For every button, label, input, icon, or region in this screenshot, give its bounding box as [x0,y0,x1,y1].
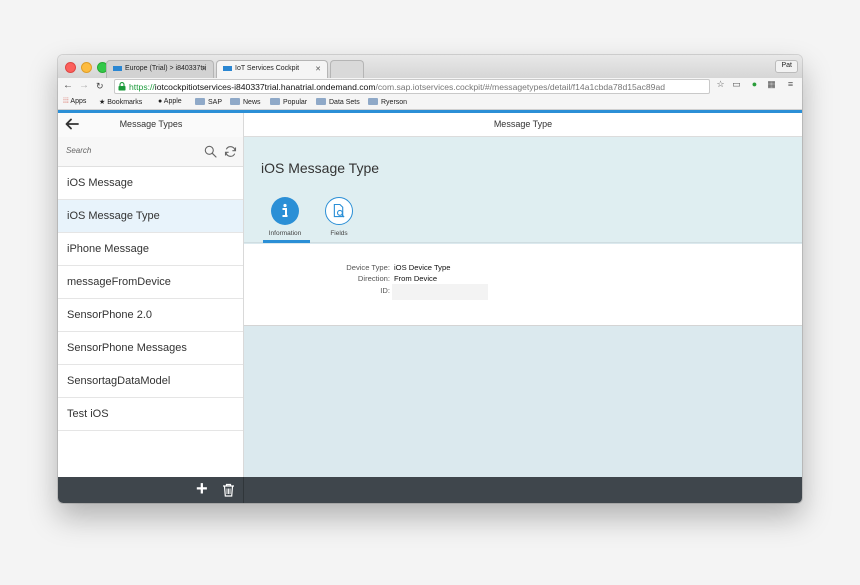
master-title: Message Types [119,119,183,129]
apple-icon: ● [158,98,163,105]
field-label: ID: [380,286,390,295]
folder-icon [368,98,378,105]
detail-pane: iOS Message Type Information Fields Devi… [244,137,802,477]
app-header: Message Types Message Type [58,113,802,137]
address-toolbar: ← → ↻ https://iotcockpitiotservices-i840… [58,78,802,95]
detail-footer [244,477,802,503]
refresh-icon[interactable] [224,145,237,158]
search-input[interactable] [66,146,196,155]
tab-fields[interactable]: Fields [314,197,364,237]
tab-close-icon[interactable]: ✕ [315,65,321,73]
master-header: Message Types [58,113,244,137]
field-value: From Device [394,274,438,283]
url-host: iotcockpitiotservices-i840337trial.hanat… [154,82,376,92]
master-footer: + [58,477,244,503]
tab-information[interactable]: Information [260,197,310,237]
browser-tab-label: IoT Services Cockpit [235,65,300,72]
sap-favicon-icon [223,65,232,71]
field-row-id: ID: [244,284,802,300]
folder-icon [230,98,240,105]
list-item[interactable]: iOS Message [58,167,243,200]
info-tab-circle [271,197,299,225]
browser-tab-europe-trial[interactable]: Europe (Trial) > i840337tri ✕ [106,60,214,78]
close-window-button[interactable] [65,62,76,73]
bookmark-apps[interactable]: ⁞⁞⁞ Apps [63,98,86,105]
tab-close-icon[interactable]: ✕ [201,65,207,73]
object-header: iOS Message Type Information Fields [244,137,802,243]
tab-label: Fields [330,230,348,237]
info-icon [282,203,288,217]
bookmark-apple[interactable]: ● Apple [158,98,182,105]
url-path: /com.sap.iotservices.cockpit/#/messagety… [375,82,666,92]
menu-icon[interactable]: ≡ [784,79,797,92]
document-search-icon [333,203,345,218]
browser-titlebar: Europe (Trial) > i840337tri ✕ IoT Servic… [58,55,802,78]
bookmark-bookmarks[interactable]: ★ Bookmarks [99,98,142,106]
add-icon[interactable]: + [196,478,208,501]
star-icon: ★ [99,99,106,106]
field-row-device-type: Device Type: iOS Device Type [244,263,802,274]
list-item[interactable]: SensorPhone Messages [58,332,243,365]
browser-tab-label: Europe (Trial) > i840337tri [125,65,207,72]
search-bar [58,137,243,167]
bookmark-news[interactable]: News [230,98,261,106]
qr-code-icon[interactable]: ▦ [765,79,778,92]
object-title: iOS Message Type [261,160,380,176]
back-arrow-icon[interactable]: ← [63,80,73,91]
profile-button[interactable]: Pat [775,60,798,73]
bookmark-star-icon[interactable]: ☆ [714,79,727,92]
browser-window: Europe (Trial) > i840337tri ✕ IoT Servic… [58,55,802,503]
list-item-selected[interactable]: iOS Message Type [58,200,243,233]
lock-icon [118,82,126,91]
folder-icon [195,98,205,105]
url-bar[interactable]: https://iotcockpitiotservices-i840337tri… [114,79,710,94]
bookmark-ryerson[interactable]: Ryerson [368,98,407,106]
minimize-window-button[interactable] [81,62,92,73]
fields-tab-circle [325,197,353,225]
trash-icon[interactable] [222,483,235,497]
folder-icon [316,98,326,105]
field-label: Device Type: [346,263,390,272]
list-item[interactable]: messageFromDevice [58,266,243,299]
extension-icon[interactable]: ● [748,79,761,92]
new-tab-button[interactable] [330,60,364,78]
master-list-pane: iOS Message iOS Message Type iPhone Mess… [58,137,244,477]
information-form: Device Type: iOS Device Type Direction: … [244,244,802,326]
bookmark-popular[interactable]: Popular [270,98,307,106]
forward-arrow-icon[interactable]: → [79,80,89,91]
detail-header-title: Message Type [493,119,553,129]
browser-tab-iot-cockpit[interactable]: IoT Services Cockpit ✕ [216,60,328,78]
apps-grid-icon: ⁞⁞⁞ [63,98,69,105]
list-item[interactable]: SensortagDataModel [58,365,243,398]
id-value-box [392,284,488,300]
tab-label: Information [268,230,302,237]
list-item[interactable]: iPhone Message [58,233,243,266]
list-item[interactable]: Test iOS [58,398,243,431]
field-label: Direction: [357,274,390,283]
folder-icon [270,98,280,105]
list-item[interactable]: SensorPhone 2.0 [58,299,243,332]
field-value: iOS Device Type [394,263,451,272]
bookmarks-bar: ⁞⁞⁞ Apps ★ Bookmarks ● Apple SAP News Po… [58,95,802,110]
bookmark-sap[interactable]: SAP [195,98,222,106]
sap-favicon-icon [113,65,122,71]
field-row-direction: Direction: From Device [244,274,802,285]
bookmark-data-sets[interactable]: Data Sets [316,98,360,106]
search-icon[interactable] [204,145,217,158]
cast-icon[interactable]: ▭ [730,79,743,92]
message-type-list: iOS Message iOS Message Type iPhone Mess… [58,167,243,431]
reload-icon[interactable]: ↻ [96,81,104,92]
selected-tab-indicator [263,240,310,243]
url-scheme: https:// [129,82,155,92]
